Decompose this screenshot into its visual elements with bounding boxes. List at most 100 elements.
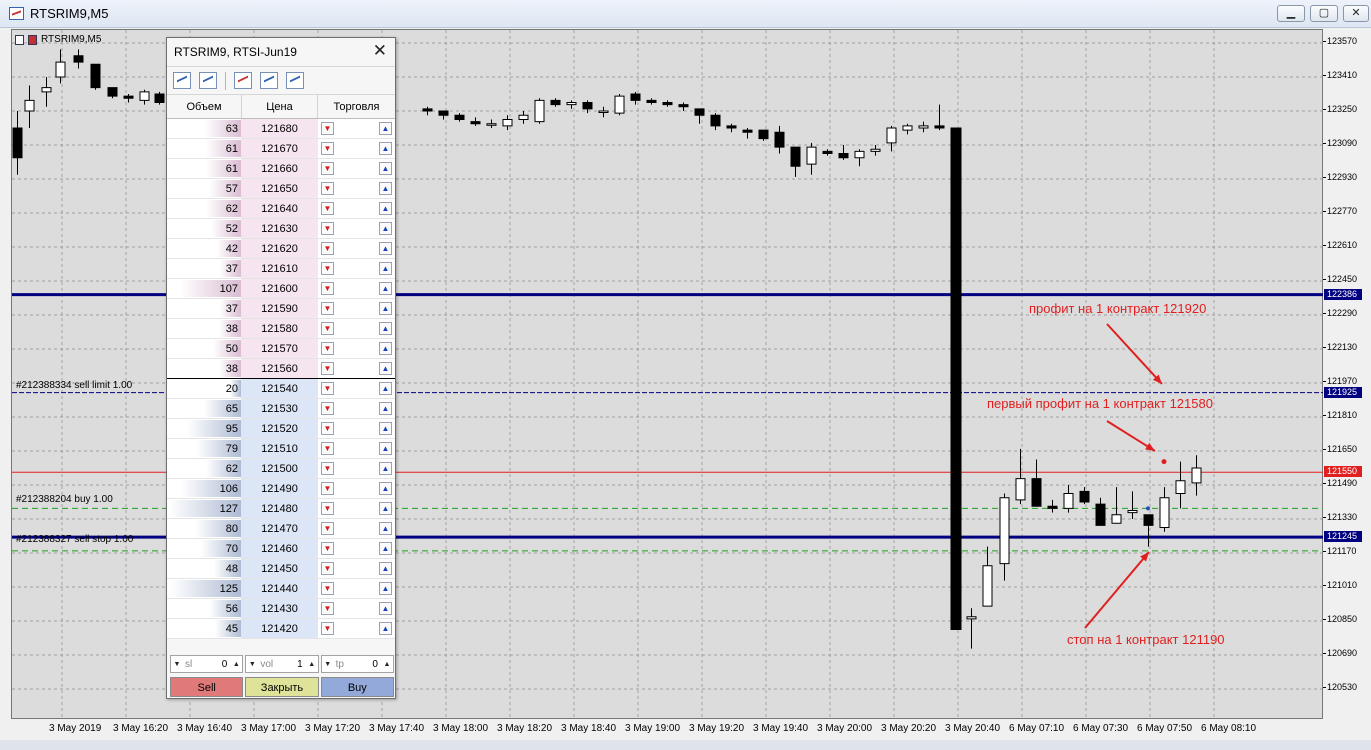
- buy-at-price-icon[interactable]: ▲: [379, 362, 392, 375]
- sell-at-price-icon[interactable]: ▼: [321, 202, 334, 215]
- price-cell[interactable]: 121570: [241, 339, 318, 358]
- sell-at-price-icon[interactable]: ▼: [321, 382, 334, 395]
- ask-row[interactable]: 50 121570 ▼ ▲: [167, 339, 395, 359]
- ask-row[interactable]: 107 121600 ▼ ▲: [167, 279, 395, 299]
- bid-row[interactable]: 127 121480 ▼ ▲: [167, 499, 395, 519]
- buy-at-price-icon[interactable]: ▲: [379, 542, 392, 555]
- bid-row[interactable]: 56 121430 ▼ ▲: [167, 599, 395, 619]
- bid-row[interactable]: 45 121420 ▼ ▲: [167, 619, 395, 639]
- price-cell[interactable]: 121420: [241, 619, 318, 638]
- buy-at-price-icon[interactable]: ▲: [379, 182, 392, 195]
- bid-row[interactable]: 125 121440 ▼ ▲: [167, 579, 395, 599]
- price-cell[interactable]: 121640: [241, 199, 318, 218]
- buy-at-price-icon[interactable]: ▲: [379, 302, 392, 315]
- tp-stepper[interactable]: ▼ tp 0 ▲: [320, 655, 394, 673]
- price-cell[interactable]: 121600: [241, 279, 318, 298]
- price-cell[interactable]: 121540: [241, 379, 318, 398]
- price-cell[interactable]: 121500: [241, 459, 318, 478]
- buy-at-price-icon[interactable]: ▲: [379, 382, 392, 395]
- buy-at-price-icon[interactable]: ▲: [379, 342, 392, 355]
- close-window-button[interactable]: ✕: [1343, 5, 1369, 22]
- price-cell[interactable]: 121480: [241, 499, 318, 518]
- buy-at-price-icon[interactable]: ▲: [379, 582, 392, 595]
- price-cell[interactable]: 121490: [241, 479, 318, 498]
- sell-at-price-icon[interactable]: ▼: [321, 402, 334, 415]
- buy-at-price-icon[interactable]: ▲: [379, 142, 392, 155]
- buy-at-price-icon[interactable]: ▲: [379, 122, 392, 135]
- buy-at-price-icon[interactable]: ▲: [379, 462, 392, 475]
- buy-at-price-icon[interactable]: ▲: [379, 602, 392, 615]
- ask-row[interactable]: 42 121620 ▼ ▲: [167, 239, 395, 259]
- ask-row[interactable]: 38 121580 ▼ ▲: [167, 319, 395, 339]
- sell-at-price-icon[interactable]: ▼: [321, 182, 334, 195]
- price-cell[interactable]: 121520: [241, 419, 318, 438]
- order-label-sell-stop[interactable]: #212388327 sell stop 1.00: [16, 534, 133, 545]
- sell-at-price-icon[interactable]: ▼: [321, 502, 334, 515]
- sell-at-price-icon[interactable]: ▼: [321, 142, 334, 155]
- sell-at-price-icon[interactable]: ▼: [321, 162, 334, 175]
- price-cell[interactable]: 121620: [241, 239, 318, 258]
- ask-row[interactable]: 62 121640 ▼ ▲: [167, 199, 395, 219]
- buy-at-price-icon[interactable]: ▲: [379, 562, 392, 575]
- price-cell[interactable]: 121450: [241, 559, 318, 578]
- buy-at-price-icon[interactable]: ▲: [379, 202, 392, 215]
- price-cell[interactable]: 121650: [241, 179, 318, 198]
- bid-row[interactable]: 79 121510 ▼ ▲: [167, 439, 395, 459]
- chart-trade-icon[interactable]: [28, 34, 37, 45]
- order-label-buy[interactable]: #212388204 buy 1.00: [16, 494, 113, 505]
- bid-row[interactable]: 80 121470 ▼ ▲: [167, 519, 395, 539]
- ask-row[interactable]: 57 121650 ▼ ▲: [167, 179, 395, 199]
- buy-at-price-icon[interactable]: ▲: [379, 322, 392, 335]
- price-cell[interactable]: 121630: [241, 219, 318, 238]
- close-position-button[interactable]: Закрыть: [245, 677, 319, 697]
- vol-up-icon[interactable]: ▲: [306, 661, 318, 668]
- ask-row[interactable]: 37 121590 ▼ ▲: [167, 299, 395, 319]
- bid-row[interactable]: 48 121450 ▼ ▲: [167, 559, 395, 579]
- sell-at-price-icon[interactable]: ▼: [321, 282, 334, 295]
- buy-button[interactable]: Buy: [320, 677, 394, 697]
- buy-at-price-icon[interactable]: ▲: [379, 422, 392, 435]
- vol-down-icon[interactable]: ▼: [246, 661, 258, 668]
- sell-at-price-icon[interactable]: ▼: [321, 582, 334, 595]
- price-cell[interactable]: 121460: [241, 539, 318, 558]
- buy-at-price-icon[interactable]: ▲: [379, 522, 392, 535]
- bid-row[interactable]: 95 121520 ▼ ▲: [167, 419, 395, 439]
- price-cell[interactable]: 121590: [241, 299, 318, 318]
- sell-at-price-icon[interactable]: ▼: [321, 442, 334, 455]
- sell-at-price-icon[interactable]: ▼: [321, 522, 334, 535]
- price-cell[interactable]: 121470: [241, 519, 318, 538]
- buy-at-price-icon[interactable]: ▲: [379, 442, 392, 455]
- buy-at-price-icon[interactable]: ▲: [379, 502, 392, 515]
- buy-at-price-icon[interactable]: ▲: [379, 162, 392, 175]
- sell-at-price-icon[interactable]: ▼: [321, 602, 334, 615]
- price-axis[interactable]: 123570 123410 123250 123090 122930 122770 1226…: [1322, 29, 1371, 719]
- price-cell[interactable]: 121680: [241, 119, 318, 138]
- ask-row[interactable]: 61 121660 ▼ ▲: [167, 159, 395, 179]
- sell-at-price-icon[interactable]: ▼: [321, 262, 334, 275]
- chart-list-icon[interactable]: [15, 34, 24, 45]
- order-label-sell-limit[interactable]: #212388334 sell limit 1.00: [16, 380, 132, 391]
- price-cell[interactable]: 121670: [241, 139, 318, 158]
- chart-mode-icon[interactable]: [173, 72, 191, 89]
- buy-at-price-icon[interactable]: ▲: [379, 622, 392, 635]
- tp-value[interactable]: 0: [356, 659, 381, 670]
- sell-at-price-icon[interactable]: ▼: [321, 122, 334, 135]
- bid-row[interactable]: 62 121500 ▼ ▲: [167, 459, 395, 479]
- sell-at-price-icon[interactable]: ▼: [321, 242, 334, 255]
- price-cell[interactable]: 121660: [241, 159, 318, 178]
- sell-at-price-icon[interactable]: ▼: [321, 422, 334, 435]
- ask-row[interactable]: 37 121610 ▼ ▲: [167, 259, 395, 279]
- bid-row[interactable]: 70 121460 ▼ ▲: [167, 539, 395, 559]
- vol-value[interactable]: 1: [280, 659, 305, 670]
- price-cell[interactable]: 121610: [241, 259, 318, 278]
- buy-at-price-icon[interactable]: ▲: [379, 262, 392, 275]
- bid-row[interactable]: 20 121540 ▼ ▲: [167, 379, 395, 399]
- one-click-trade-icon[interactable]: [234, 72, 252, 89]
- tick-chart-icon[interactable]: [199, 72, 217, 89]
- ask-row[interactable]: 38 121560 ▼ ▲: [167, 359, 395, 379]
- price-cell[interactable]: 121430: [241, 599, 318, 618]
- sell-at-price-icon[interactable]: ▼: [321, 342, 334, 355]
- tp-down-icon[interactable]: ▼: [322, 661, 334, 668]
- ask-row[interactable]: 61 121670 ▼ ▲: [167, 139, 395, 159]
- depth-bar-icon[interactable]: [260, 72, 278, 89]
